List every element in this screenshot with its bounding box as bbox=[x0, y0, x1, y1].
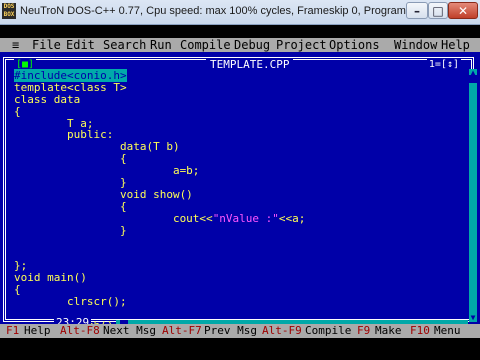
string-literal: "nValue :" bbox=[212, 211, 279, 225]
minimize-button[interactable]: – bbox=[406, 2, 428, 19]
code-text[interactable]: #include<conio.h> template<class T> class … bbox=[14, 69, 469, 332]
shortcut-f1-label: Help bbox=[24, 324, 51, 337]
code-line[interactable]: void show() bbox=[14, 189, 469, 201]
code-line[interactable]: class data bbox=[14, 93, 469, 106]
menu-edit[interactable]: Edit bbox=[66, 38, 95, 52]
status-bar: F1 Help Alt-F8 Next Msg Alt-F7 Prev Msg … bbox=[0, 324, 480, 338]
shortcut-altf8-label: Next Msg bbox=[103, 324, 156, 337]
code-line[interactable]: { bbox=[14, 105, 469, 118]
menu-project[interactable]: Project bbox=[276, 38, 327, 52]
shortcut-altf8-key[interactable]: Alt-F8 bbox=[60, 324, 100, 338]
menu-window[interactable]: Window bbox=[394, 38, 437, 52]
menu-run[interactable]: Run bbox=[150, 38, 172, 52]
system-menu-icon[interactable]: ≡ bbox=[12, 38, 19, 52]
vertical-scrollbar[interactable]: ▲ ▼ bbox=[469, 69, 477, 322]
shortcut-f9-key[interactable]: F9 bbox=[357, 324, 370, 338]
menu-compile[interactable]: Compile bbox=[180, 38, 231, 52]
menu-file[interactable]: File bbox=[32, 38, 61, 52]
menu-search[interactable]: Search bbox=[103, 38, 146, 52]
code-line[interactable]: } bbox=[14, 224, 469, 237]
shortcut-altf9-label: Compile bbox=[305, 324, 352, 337]
shortcut-f9-label: Make bbox=[375, 324, 402, 337]
menu-debug[interactable]: Debug bbox=[234, 38, 270, 52]
code-line[interactable]: template<class T> bbox=[14, 81, 469, 94]
menu-options[interactable]: Options bbox=[329, 38, 380, 52]
code-line[interactable]: clrscr(); bbox=[14, 296, 469, 308]
code-line[interactable]: cout<<"nValue :"<<a; bbox=[14, 211, 469, 225]
code-line[interactable] bbox=[14, 248, 469, 260]
vertical-scroll-thumb[interactable] bbox=[469, 75, 477, 83]
menu-help[interactable]: Help bbox=[441, 38, 470, 52]
shortcut-f10-key[interactable]: F10 bbox=[410, 324, 430, 338]
shortcut-altf7-key[interactable]: Alt-F7 bbox=[162, 324, 202, 338]
shortcut-f10-label: Menu bbox=[434, 324, 461, 337]
close-button[interactable]: ✕ bbox=[448, 2, 478, 19]
editor-window-frame: [■] TEMPLATE.CPP 1=[↕] #include<conio.h>… bbox=[3, 57, 477, 331]
window-titlebar: DOS BOX NeuTroN DOS-C++ 0.77, Cpu speed:… bbox=[0, 0, 480, 25]
maximize-button[interactable]: □ bbox=[428, 2, 448, 19]
shortcut-altf7-label: Prev Msg bbox=[204, 324, 257, 337]
shortcut-f1-key[interactable]: F1 bbox=[6, 324, 19, 338]
code-line[interactable]: void main() bbox=[14, 272, 469, 284]
editor-area[interactable]: [■] TEMPLATE.CPP 1=[↕] #include<conio.h>… bbox=[0, 52, 480, 331]
menu-bar: ≡ File Edit Search Run Compile Debug Pro… bbox=[0, 38, 480, 52]
dosbox-app-icon[interactable]: DOS BOX bbox=[2, 3, 16, 19]
shortcut-altf9-key[interactable]: Alt-F9 bbox=[262, 324, 302, 338]
window-title: NeuTroN DOS-C++ 0.77, Cpu speed: max 100… bbox=[20, 5, 427, 17]
scroll-down-arrow-icon[interactable]: ▼ bbox=[469, 314, 477, 322]
code-line[interactable] bbox=[14, 236, 469, 248]
